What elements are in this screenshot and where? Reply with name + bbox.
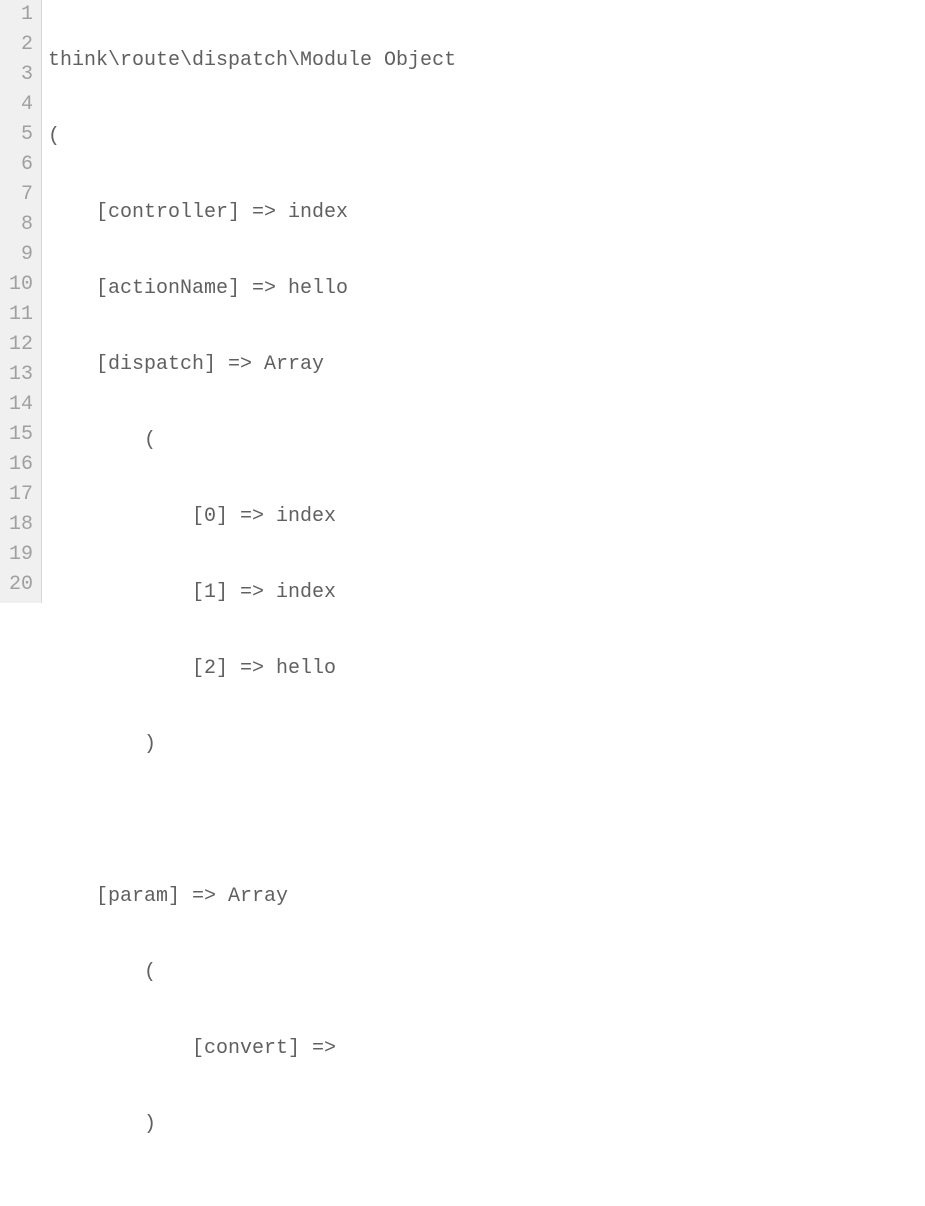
line-number: 7 — [0, 180, 33, 210]
line-number: 6 — [0, 150, 33, 180]
code-line: ) — [48, 1110, 925, 1140]
line-number: 19 — [0, 540, 33, 570]
code-line: [dispatch] => Array — [48, 350, 925, 380]
code-line: ( — [48, 958, 925, 988]
code-line: [0] => index — [48, 502, 925, 532]
line-number: 12 — [0, 330, 33, 360]
line-number: 3 — [0, 60, 33, 90]
code-line: [convert] => — [48, 1034, 925, 1064]
code-line: ( — [48, 122, 925, 152]
line-number: 11 — [0, 300, 33, 330]
line-number: 16 — [0, 450, 33, 480]
code-line: ( — [48, 426, 925, 456]
line-number: 15 — [0, 420, 33, 450]
code-editor: 1 2 3 4 5 6 7 8 9 10 11 12 13 14 15 16 1… — [0, 0, 925, 603]
line-number: 5 — [0, 120, 33, 150]
line-number: 14 — [0, 390, 33, 420]
line-number: 2 — [0, 30, 33, 60]
code-line: [controller] => index — [48, 198, 925, 228]
code-line: ) — [48, 730, 925, 760]
line-number: 1 — [0, 0, 33, 30]
line-number: 13 — [0, 360, 33, 390]
line-number-gutter: 1 2 3 4 5 6 7 8 9 10 11 12 13 14 15 16 1… — [0, 0, 42, 603]
code-line: [actionName] => hello — [48, 274, 925, 304]
code-line: [1] => index — [48, 578, 925, 608]
line-number: 4 — [0, 90, 33, 120]
line-number: 9 — [0, 240, 33, 270]
code-line: [2] => hello — [48, 654, 925, 684]
code-line — [48, 806, 925, 836]
code-line: [param] => Array — [48, 882, 925, 912]
line-number: 17 — [0, 480, 33, 510]
line-number: 10 — [0, 270, 33, 300]
code-content[interactable]: think\route\dispatch\Module Object ( [co… — [42, 0, 925, 603]
code-line: think\route\dispatch\Module Object — [48, 46, 925, 76]
line-number: 18 — [0, 510, 33, 540]
code-line — [48, 1186, 925, 1206]
line-number: 8 — [0, 210, 33, 240]
line-number: 20 — [0, 570, 33, 600]
